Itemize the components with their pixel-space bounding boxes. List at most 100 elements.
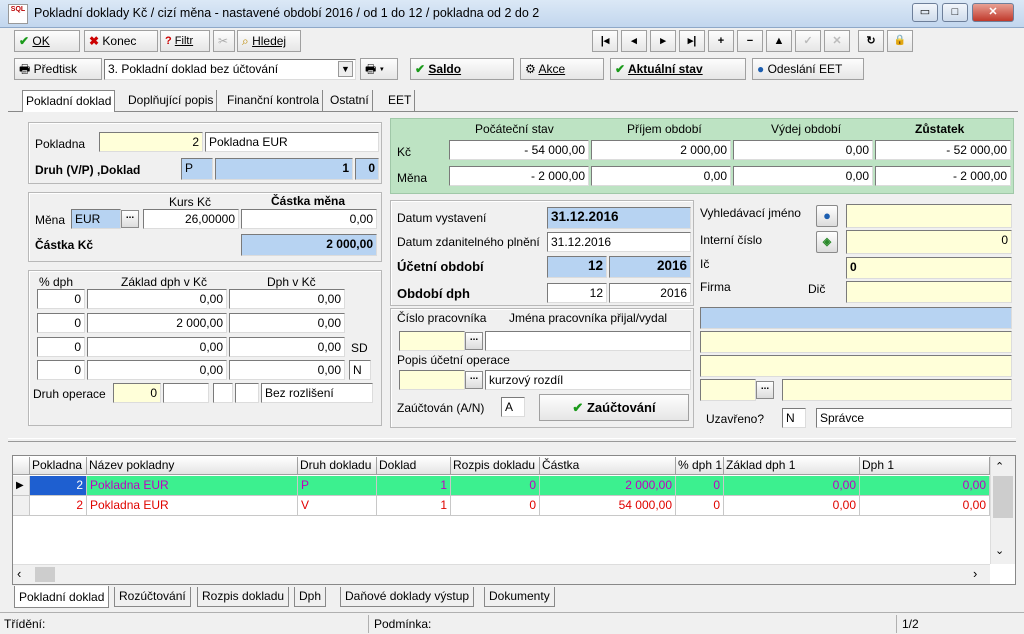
col-header-castka[interactable]: Částka (540, 457, 676, 475)
ic-field[interactable]: 0 (846, 257, 1012, 279)
datum-vystaveni-field[interactable]: 31.12.2016 (547, 207, 691, 229)
address-lookup-button[interactable]: ... (756, 381, 774, 399)
odeslani-eet-button[interactable]: ● Odeslání EET (752, 58, 864, 80)
hledej-button[interactable]: ⌕ Hledej (237, 30, 301, 52)
col-header-rozpis[interactable]: Rozpis dokladu (451, 457, 540, 475)
dic-field[interactable] (846, 281, 1012, 303)
col-header-dph1[interactable]: Dph 1 (860, 457, 990, 475)
address-line-2[interactable] (700, 355, 1012, 377)
cell-pokladna[interactable]: 2 (30, 496, 87, 516)
sd-flag-field[interactable]: N (349, 360, 371, 380)
cell-nazev[interactable]: Pokladna EUR (87, 476, 298, 496)
ucetni-mesic-field[interactable]: 12 (547, 256, 607, 278)
firma-name-field[interactable] (700, 307, 1012, 329)
zaklad-dph-4[interactable]: 0,00 (87, 360, 227, 380)
lock-button[interactable]: 🔒 (887, 30, 913, 52)
dph-rok-field[interactable]: 2016 (609, 283, 691, 303)
clear-filter-button[interactable]: ✂ (213, 30, 235, 52)
minimize-button[interactable]: ▭ (912, 3, 938, 22)
cancel-edit-button[interactable]: ✕ (824, 30, 850, 52)
cell-zaklad[interactable]: 0,00 (724, 476, 860, 496)
horizontal-scrollbar[interactable]: ‹ › (13, 564, 990, 584)
mena-field[interactable]: EUR (71, 209, 121, 229)
popis-lookup-button[interactable]: ... (465, 371, 483, 389)
cell-rozpis[interactable]: 0 (451, 496, 540, 516)
ok-button[interactable]: ✔ OK (14, 30, 80, 52)
dph-kc-3[interactable]: 0,00 (229, 337, 345, 357)
druh-operace-field[interactable]: 0 (113, 383, 161, 403)
cell-doklad[interactable]: 1 (377, 496, 451, 516)
dph-mesic-field[interactable]: 12 (547, 283, 607, 303)
edit-record-button[interactable]: ▲ (766, 30, 792, 52)
tab-doplnujici-popis[interactable]: Doplňující popis (125, 90, 218, 112)
cell-rozpis[interactable]: 0 (451, 476, 540, 496)
next-record-button[interactable]: ▸ (650, 30, 676, 52)
bottom-tab-pokladni-doklad[interactable]: Pokladní doklad (14, 586, 110, 608)
col-header-pokladna[interactable]: Pokladna (30, 457, 87, 475)
bottom-tab-rozuctovani[interactable]: Rozúčtování (114, 587, 191, 607)
maximize-button[interactable]: □ (942, 3, 968, 22)
globe-lookup-button[interactable]: ● (816, 205, 838, 227)
dph-percent-3[interactable]: 0 (37, 337, 85, 357)
bottom-tab-danove-doklady[interactable]: Daňové doklady výstup (340, 587, 475, 607)
pracovnik-lookup-button[interactable]: ... (465, 332, 483, 350)
splitter[interactable] (8, 438, 1016, 442)
pokladna-number-field[interactable]: 2 (99, 132, 203, 152)
tab-ostatni[interactable]: Ostatní (327, 90, 373, 112)
vertical-scrollbar[interactable]: ⌃ ⌄ (990, 456, 1015, 564)
address-line-1[interactable] (700, 331, 1012, 353)
cell-zaklad[interactable]: 0,00 (724, 496, 860, 516)
cell-dph-pct[interactable]: 0 (676, 476, 724, 496)
zaklad-dph-1[interactable]: 0,00 (87, 289, 227, 309)
map-lookup-button[interactable]: ◈ (816, 231, 838, 253)
city-field[interactable] (782, 379, 1012, 401)
konec-button[interactable]: ✖ Konec (84, 30, 158, 52)
horizontal-scroll-thumb[interactable] (35, 567, 55, 582)
col-header-doklad[interactable]: Doklad (377, 457, 451, 475)
dph-kc-1[interactable]: 0,00 (229, 289, 345, 309)
dph-kc-2[interactable]: 0,00 (229, 313, 345, 333)
tab-pokladni-doklad[interactable]: Pokladní doklad (22, 90, 116, 112)
cell-doklad[interactable]: 1 (377, 476, 451, 496)
close-button[interactable]: ✕ (972, 3, 1014, 22)
predtisk-button[interactable]: 🖶 Předtisk (14, 58, 102, 80)
datum-zdanitelneho-field[interactable]: 31.12.2016 (547, 232, 691, 252)
col-header-druh[interactable]: Druh dokladu (298, 457, 377, 475)
cell-castka[interactable]: 54 000,00 (540, 496, 676, 516)
print-button[interactable]: 🖶 ▾ (360, 58, 398, 80)
cell-dph1[interactable]: 0,00 (860, 496, 990, 516)
delete-record-button[interactable]: − (737, 30, 763, 52)
scroll-right-icon[interactable]: › (973, 566, 977, 581)
akce-button[interactable]: ⚙ Akce (520, 58, 604, 80)
uzavreno-field[interactable]: N (782, 408, 806, 428)
saldo-button[interactable]: ✔ Saldo (410, 58, 514, 80)
first-record-button[interactable]: |◂ (592, 30, 618, 52)
dph-percent-4[interactable]: 0 (37, 360, 85, 380)
prev-record-button[interactable]: ◂ (621, 30, 647, 52)
cell-nazev[interactable]: Pokladna EUR (87, 496, 298, 516)
refresh-button[interactable]: ↻ (858, 30, 884, 52)
col-header-dph-pct[interactable]: % dph 1 (676, 457, 724, 475)
cell-dph1[interactable]: 0,00 (860, 476, 990, 496)
cell-pokladna[interactable]: 2 (30, 476, 87, 496)
druh-operace-extra-2[interactable] (213, 383, 233, 403)
mena-lookup-button[interactable]: ... (121, 210, 139, 228)
zaklad-dph-2[interactable]: 2 000,00 (87, 313, 227, 333)
zaklad-dph-3[interactable]: 0,00 (87, 337, 227, 357)
bottom-tab-dokumenty[interactable]: Dokumenty (484, 587, 555, 607)
cell-druh[interactable]: P (298, 476, 377, 496)
popis-operace-field[interactable]: kurzový rozdíl (485, 370, 691, 390)
zauctovani-button[interactable]: ✔ Zaúčtování (539, 394, 689, 421)
doklad-sub-field[interactable]: 0 (355, 158, 379, 180)
scroll-left-icon[interactable]: ‹ (17, 566, 21, 581)
zauctovan-field[interactable]: A (501, 397, 525, 417)
castka-mena-field[interactable]: 0,00 (241, 209, 377, 229)
dph-percent-1[interactable]: 0 (37, 289, 85, 309)
tab-financni-kontrola[interactable]: Finanční kontrola (224, 90, 324, 112)
filtr-button[interactable]: ? Filtr (160, 30, 210, 52)
dph-percent-2[interactable]: 0 (37, 313, 85, 333)
col-header-nazev[interactable]: Název pokladny (87, 457, 298, 475)
castka-kc-field[interactable]: 2 000,00 (241, 234, 377, 256)
jmena-pracovnika-field[interactable] (485, 331, 691, 351)
post-edit-button[interactable]: ✓ (795, 30, 821, 52)
